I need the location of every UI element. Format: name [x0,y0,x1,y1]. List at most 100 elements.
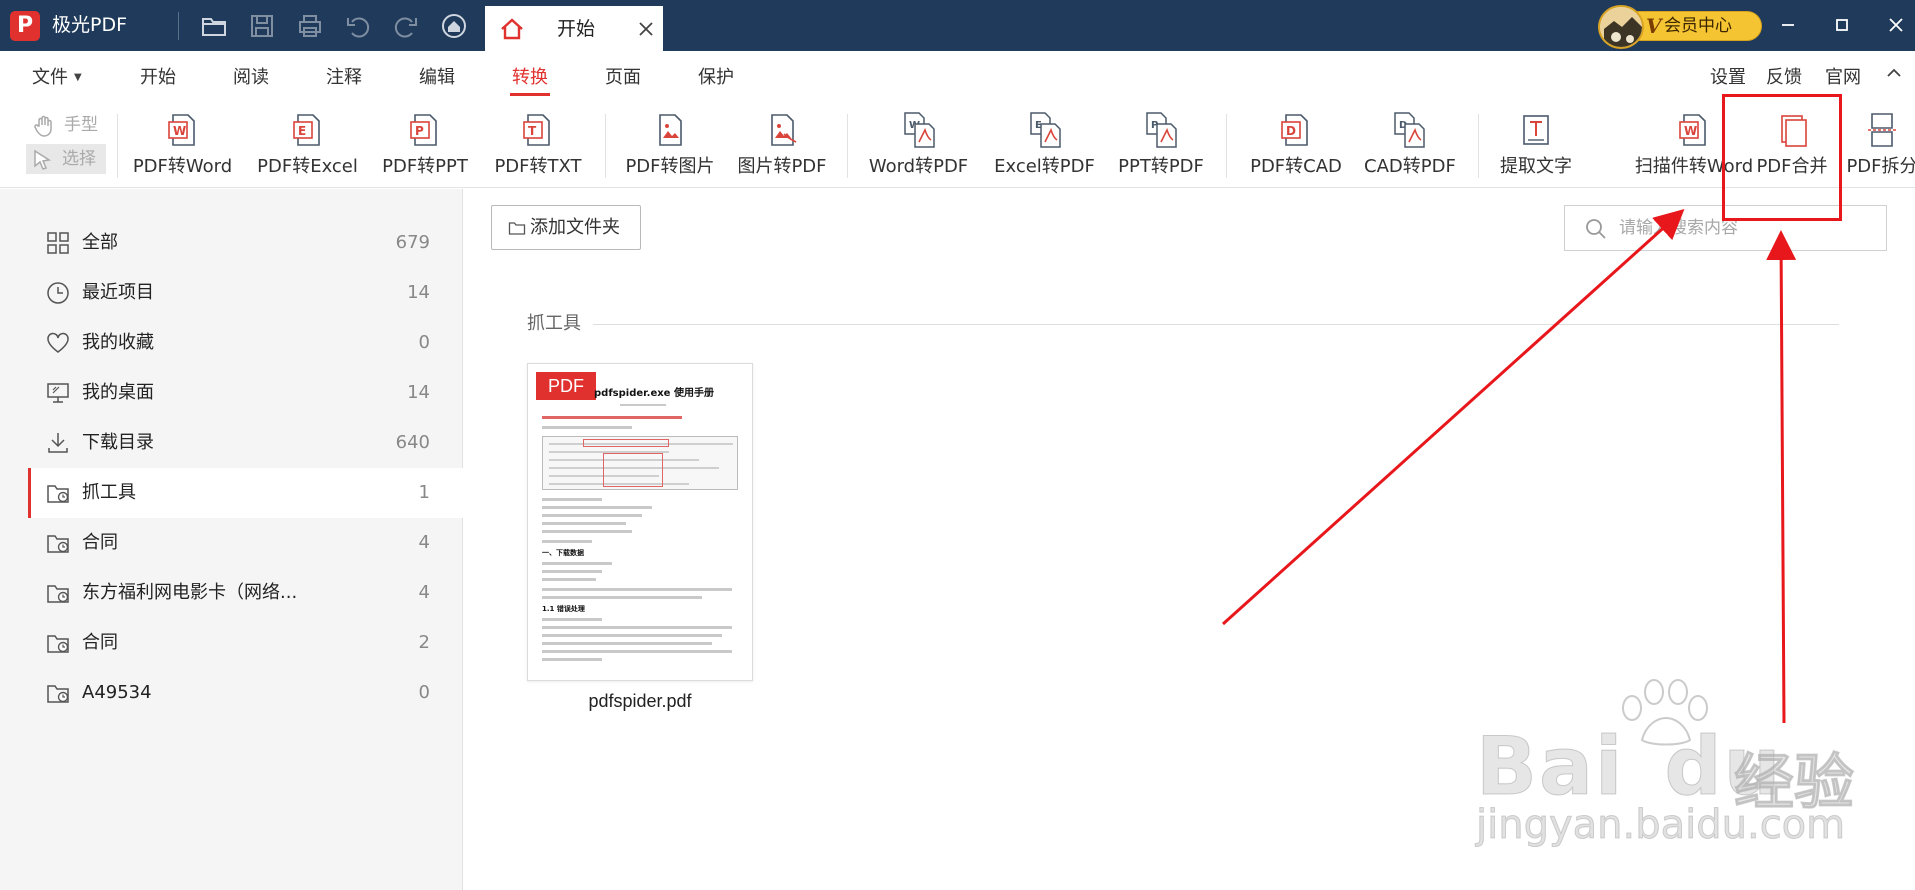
pdf-split-button[interactable]: PDF拆分 [1842,104,1915,188]
sidebar-item-label: 东方福利网电影卡（网络... [82,582,298,603]
pdf-to-ppt-button[interactable]: P PDF转PPT [380,104,470,188]
pdf-to-word-button[interactable]: W PDF转Word [130,104,235,188]
select-tool[interactable]: 选择 [26,144,106,174]
add-folder-button[interactable]: 添加文件夹 [491,205,641,250]
avatar[interactable] [1598,5,1644,49]
pdf-to-excel-button[interactable]: E PDF转Excel [255,104,360,188]
menu-settings[interactable]: 设置 [1710,65,1746,91]
sidebar-item-label: 下载目录 [82,432,154,453]
sidebar-item[interactable]: 我的桌面 14 [28,368,463,418]
menu-start[interactable]: 开始 [140,65,176,91]
minimize-icon[interactable] [1776,13,1800,37]
pdf-to-image-icon [650,110,690,150]
vip-center-button[interactable]: V 会员中心 [1598,5,1762,49]
app-logo: P [10,11,40,41]
clock-icon [46,281,70,305]
word-to-pdf-button[interactable]: W Word转PDF [866,104,971,188]
menu-feedback[interactable]: 反馈 [1766,65,1802,91]
download-icon [46,431,70,455]
watermark-brand: Bai du [1475,720,1783,814]
pdf-to-image-button[interactable]: PDF转图片 [620,104,720,188]
collapse-ribbon-icon[interactable] [1884,63,1904,91]
sidebar-item[interactable]: 全部 679 [28,218,463,268]
folder-clock-icon [46,481,70,505]
close-tab-icon[interactable] [635,18,657,40]
pdf-to-ppt-icon: P [405,110,445,150]
watermark-jingyan: 经验 [1734,748,1855,819]
sidebar-item[interactable]: 合同 2 [28,618,463,668]
redo-icon[interactable] [392,12,420,40]
preview-title: pdfspider.exe 使用手册 [594,388,714,399]
menu-edit[interactable]: 编辑 [419,65,455,91]
menu-read[interactable]: 阅读 [233,65,269,91]
file-thumbnail[interactable]: PDF pdfspider.exe 使用手册 一、下载数据 1.1 错误处理 [527,363,753,681]
print-icon[interactable] [296,12,324,40]
pdf-to-cad-button[interactable]: D PDF转CAD [1246,104,1346,188]
section-title: 抓工具 [527,311,593,337]
sidebar-item-count: 14 [407,382,430,403]
sidebar-item-label: A49534 [82,682,152,703]
menu-file[interactable]: 文件 ▼ [32,65,82,91]
file-name[interactable]: pdfspider.pdf [527,688,753,714]
ppt-to-pdf-button[interactable]: P PPT转PDF [1116,104,1206,188]
sidebar-item[interactable]: 东方福利网电影卡（网络... 4 [28,568,463,618]
watermark: Bai du 经验 jingyan.baidu.com [1475,679,1855,850]
sidebar-item-count: 640 [395,432,430,453]
paw-icon [1622,679,1708,746]
undo-icon[interactable] [344,12,372,40]
monitor-icon [46,381,70,405]
menu-page[interactable]: 页面 [605,65,641,91]
search-icon [1586,219,1606,239]
extract-text-button[interactable]: 提取文字 [1496,104,1576,188]
ppt-to-pdf-button-label: PPT转PDF [1118,156,1204,177]
sidebar-item[interactable]: 我的收藏 0 [28,318,463,368]
tab-start[interactable]: 开始 [485,6,663,51]
menu-protect[interactable]: 保护 [698,65,734,91]
menu-annotate[interactable]: 注释 [326,65,362,91]
preview-text-line [542,416,682,419]
menu-convert[interactable]: 转换 [510,65,550,96]
preview-screenshot [542,436,738,490]
menu-file-label: 文件 [32,67,68,88]
hand-tool[interactable]: 手型 [28,110,104,140]
pdf-to-word-button-label: PDF转Word [132,156,233,177]
extract-text-button-label: 提取文字 [1500,156,1572,177]
pdf-to-txt-button[interactable]: T PDF转TXT [493,104,583,188]
close-window-icon[interactable] [1884,13,1908,37]
sidebar-item[interactable]: 合同 4 [28,518,463,568]
preview-text-line [542,426,632,429]
sidebar-item-label: 全部 [82,232,118,253]
folder-clock-icon [46,681,70,705]
pdf-to-excel-icon: E [288,110,328,150]
sidebar-item-count: 14 [407,282,430,303]
menu-bar: 文件 ▼ 开始 阅读 注释 编辑 转换 页面 保护 设置 反馈 官网 [0,51,1915,104]
ribbon-divider [117,114,118,178]
home-circle-icon[interactable] [440,12,468,40]
folder-clock-icon [46,531,70,555]
sidebar-item-label: 抓工具 [82,482,136,503]
sidebar-item[interactable]: 最近项目 14 [28,268,463,318]
excel-to-pdf-button[interactable]: E Excel转PDF [992,104,1097,188]
image-to-pdf-button-label: 图片转PDF [737,156,827,177]
pdf-to-cad-button-label: PDF转CAD [1250,156,1342,177]
sidebar-item[interactable]: 下载目录 640 [28,418,463,468]
menu-website[interactable]: 官网 [1825,65,1861,91]
sidebar-item[interactable]: A49534 0 [28,668,463,718]
pdf-to-image-button-label: PDF转图片 [625,156,715,177]
save-icon[interactable] [248,12,276,40]
cad-to-pdf-button[interactable]: D CAD转PDF [1364,104,1456,188]
hand-tool-label: 手型 [64,115,98,135]
app-name: 极光PDF [52,14,128,36]
svg-text:W: W [1684,124,1697,138]
image-to-pdf-button[interactable]: 图片转PDF [737,104,827,188]
open-folder-icon[interactable] [200,12,228,40]
maximize-icon[interactable] [1830,13,1854,37]
sidebar-item[interactable]: 抓工具 1 [28,468,463,518]
pdf-split-button-label: PDF拆分 [1846,156,1915,177]
folder-icon [508,222,526,235]
sidebar-item-count: 0 [418,682,430,703]
ribbon-divider [1478,114,1479,178]
tab-start-label: 开始 [557,18,596,40]
hand-icon [34,115,52,137]
cursor-icon [34,149,52,170]
